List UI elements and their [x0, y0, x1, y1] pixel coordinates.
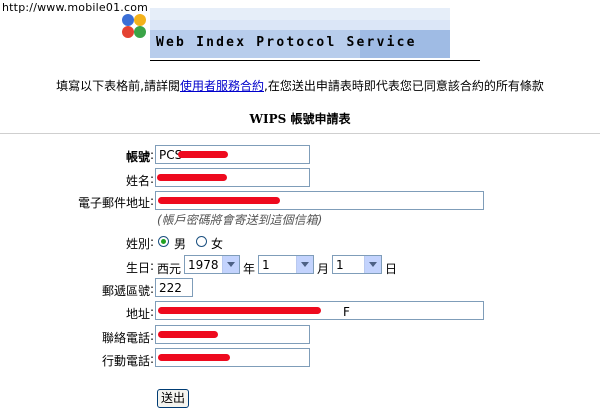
gender-female-label: 女	[211, 237, 224, 251]
address-visible-tail: F	[343, 305, 350, 319]
chevron-down-icon	[222, 256, 239, 273]
account-label: 帳號	[125, 150, 150, 164]
header-banner: Web Index Protocol Service	[120, 8, 480, 64]
logo-icon	[120, 14, 148, 42]
birthday-label: 生日	[125, 261, 150, 275]
redaction-mark	[158, 354, 230, 361]
redaction-mark	[158, 197, 280, 204]
divider	[0, 133, 600, 134]
site-title: Web Index Protocol Service	[156, 35, 417, 50]
era-label: 西元	[157, 262, 182, 276]
mobile-label: 行動電話	[101, 354, 150, 368]
submit-button[interactable]: 送出	[157, 389, 189, 408]
zip-label: 郵遞區號	[101, 284, 150, 298]
day-select[interactable]: 1	[332, 255, 382, 274]
month-value: 1	[262, 258, 270, 272]
terms-link[interactable]: 使用者服務合約	[180, 79, 264, 93]
gender-male-radio[interactable]	[158, 236, 169, 247]
day-value: 1	[336, 258, 344, 272]
zip-input[interactable]: 222	[155, 278, 193, 297]
chevron-down-icon	[296, 256, 313, 273]
notice-text-after: ,在您送出申請表時即代表您已同意該合約的所有條款	[264, 79, 544, 93]
chevron-down-icon	[364, 256, 381, 273]
terms-notice: 填寫以下表格前,請詳閱使用者服務合約,在您送出申請表時即代表您已同意該合約的所有…	[0, 77, 600, 94]
redaction-mark	[157, 174, 227, 181]
gender-label: 姓別	[125, 237, 150, 251]
year-unit: 年	[243, 262, 256, 276]
gender-female-radio[interactable]	[196, 236, 207, 247]
year-select[interactable]: 1978	[184, 255, 240, 274]
month-select[interactable]: 1	[258, 255, 314, 274]
redaction-mark	[178, 151, 228, 158]
redaction-mark	[158, 331, 218, 338]
gender-male-label: 男	[174, 237, 187, 251]
notice-text-before: 填寫以下表格前,請詳閱	[56, 79, 180, 93]
address-label: 地址	[125, 307, 150, 321]
name-label: 姓名	[125, 174, 150, 188]
day-unit: 日	[385, 262, 398, 276]
year-value: 1978	[188, 258, 219, 272]
phone-label: 聯絡電話	[101, 331, 150, 345]
redaction-mark	[158, 307, 321, 314]
email-hint: (帳戶密碼將會寄送到這個信箱)	[157, 213, 323, 227]
email-label: 電子郵件地址	[77, 196, 150, 210]
form-title: WIPS 帳號申請表	[249, 112, 351, 126]
month-unit: 月	[317, 262, 330, 276]
